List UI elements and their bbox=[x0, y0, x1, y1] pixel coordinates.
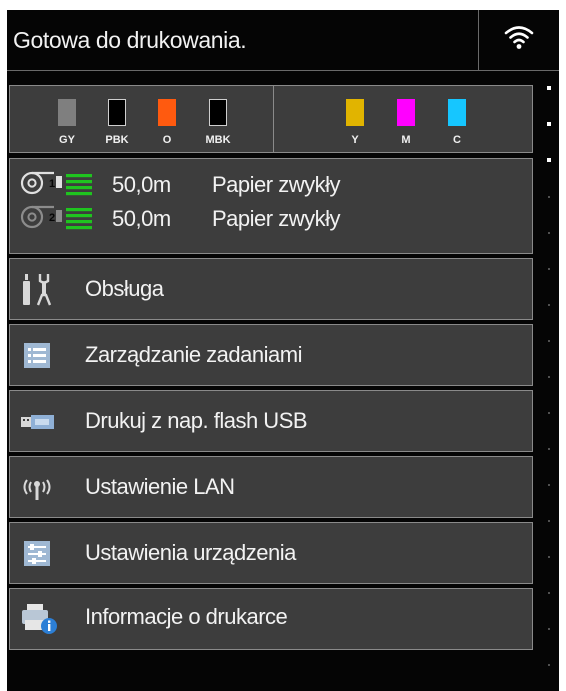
paper-panel[interactable]: 1 50,0m Papier zwykły 2 50,0m Papier zwy… bbox=[9, 158, 533, 254]
ink-levels-panel[interactable]: GY PBK O MBK Y M C bbox=[9, 85, 533, 153]
menu-label-drukuj-usb: Drukuj z nap. flash USB bbox=[85, 408, 308, 433]
ink-label-c: C bbox=[453, 134, 461, 146]
ink-o: O bbox=[152, 86, 182, 152]
paper-roll-2-number: 2 bbox=[49, 212, 55, 224]
paper-roll-2: 2 50,0m Papier zwykły bbox=[20, 204, 440, 232]
status-bar: Gotowa do drukowania. bbox=[7, 10, 559, 71]
ink-swatch-pbk bbox=[108, 99, 126, 126]
menu-item-obsluga[interactable]: Obsługa bbox=[9, 258, 533, 320]
menu-label-obsluga: Obsługa bbox=[85, 276, 164, 301]
menu-item-informacje-o-drukarce[interactable]: Informacje o drukarce bbox=[9, 588, 533, 650]
ink-c: C bbox=[442, 86, 472, 152]
scroll-indicator[interactable] bbox=[539, 76, 559, 691]
wifi-button[interactable] bbox=[479, 10, 559, 70]
scroll-dot bbox=[547, 122, 551, 126]
paper-roll-1-type: Papier zwykły bbox=[212, 172, 340, 197]
ink-label-pbk: PBK bbox=[105, 134, 129, 146]
paper-roll-1-number: 1 bbox=[49, 178, 55, 190]
ink-label-gy: GY bbox=[59, 134, 75, 146]
scroll-dot bbox=[548, 376, 550, 378]
paper-roll-2-icon: 2 bbox=[20, 205, 92, 230]
menu-item-ustawienie-lan[interactable]: Ustawienie LAN bbox=[9, 456, 533, 518]
ink-label-m: M bbox=[401, 134, 411, 146]
scroll-dot bbox=[548, 448, 550, 450]
menu-item-drukuj-usb[interactable]: Drukuj z nap. flash USB bbox=[9, 390, 533, 452]
job-list-icon bbox=[24, 343, 50, 368]
ink-swatch-c bbox=[448, 99, 466, 126]
ink-pbk: PBK bbox=[102, 86, 132, 152]
scroll-dot bbox=[547, 86, 551, 90]
paper-roll-2-length: 50,0m bbox=[112, 206, 171, 231]
scroll-dot bbox=[548, 412, 550, 414]
menu-label-informacje-o-drukarce: Informacje o drukarce bbox=[85, 604, 288, 629]
ink-swatch-mbk bbox=[209, 99, 227, 126]
scroll-dot bbox=[548, 196, 550, 198]
scroll-dot bbox=[548, 664, 550, 666]
scroll-dot bbox=[548, 268, 550, 270]
scroll-dot bbox=[548, 628, 550, 630]
wifi-icon bbox=[504, 26, 534, 49]
scroll-dot bbox=[548, 304, 550, 306]
paper-roll-1: 1 50,0m Papier zwykły bbox=[20, 170, 440, 198]
ink-swatch-m bbox=[397, 99, 415, 126]
menu-label-zarzadzanie-zadaniami: Zarządzanie zadaniami bbox=[85, 342, 302, 367]
scroll-dot bbox=[547, 158, 551, 162]
menu-label-ustawienia-urzadzenia: Ustawienia urządzenia bbox=[85, 540, 296, 565]
menu-label-ustawienie-lan: Ustawienie LAN bbox=[85, 474, 235, 499]
scroll-dot bbox=[548, 592, 550, 594]
paper-roll-1-icon: 1 bbox=[20, 171, 92, 196]
lan-antenna-icon bbox=[23, 479, 51, 500]
scroll-dot bbox=[548, 520, 550, 522]
ink-y: Y bbox=[340, 86, 370, 152]
printer-info-icon bbox=[22, 604, 57, 634]
scroll-dot bbox=[548, 232, 550, 234]
usb-drive-icon bbox=[21, 415, 54, 429]
ink-mbk: MBK bbox=[203, 86, 233, 152]
tools-icon bbox=[23, 274, 52, 306]
ink-m: M bbox=[391, 86, 421, 152]
ink-group-divider bbox=[273, 86, 274, 152]
paper-roll-1-length: 50,0m bbox=[112, 172, 171, 197]
paper-roll-2-type: Papier zwykły bbox=[212, 206, 340, 231]
status-message: Gotowa do drukowania. bbox=[13, 27, 247, 53]
ink-swatch-o bbox=[158, 99, 176, 126]
scroll-dot bbox=[548, 340, 550, 342]
scroll-dot bbox=[548, 484, 550, 486]
ink-swatch-y bbox=[346, 99, 364, 126]
ink-label-y: Y bbox=[351, 134, 359, 146]
ink-label-mbk: MBK bbox=[205, 134, 231, 146]
scroll-dot bbox=[548, 556, 550, 558]
device-settings-icon bbox=[24, 541, 50, 566]
ink-label-o: O bbox=[162, 134, 172, 146]
ink-gy: GY bbox=[52, 86, 82, 152]
printer-control-panel: Gotowa do drukowania. GY PBK O MBK Y M C… bbox=[7, 10, 559, 691]
ink-swatch-gy bbox=[58, 99, 76, 126]
menu-item-zarzadzanie-zadaniami[interactable]: Zarządzanie zadaniami bbox=[9, 324, 533, 386]
menu-item-ustawienia-urzadzenia[interactable]: Ustawienia urządzenia bbox=[9, 522, 533, 584]
